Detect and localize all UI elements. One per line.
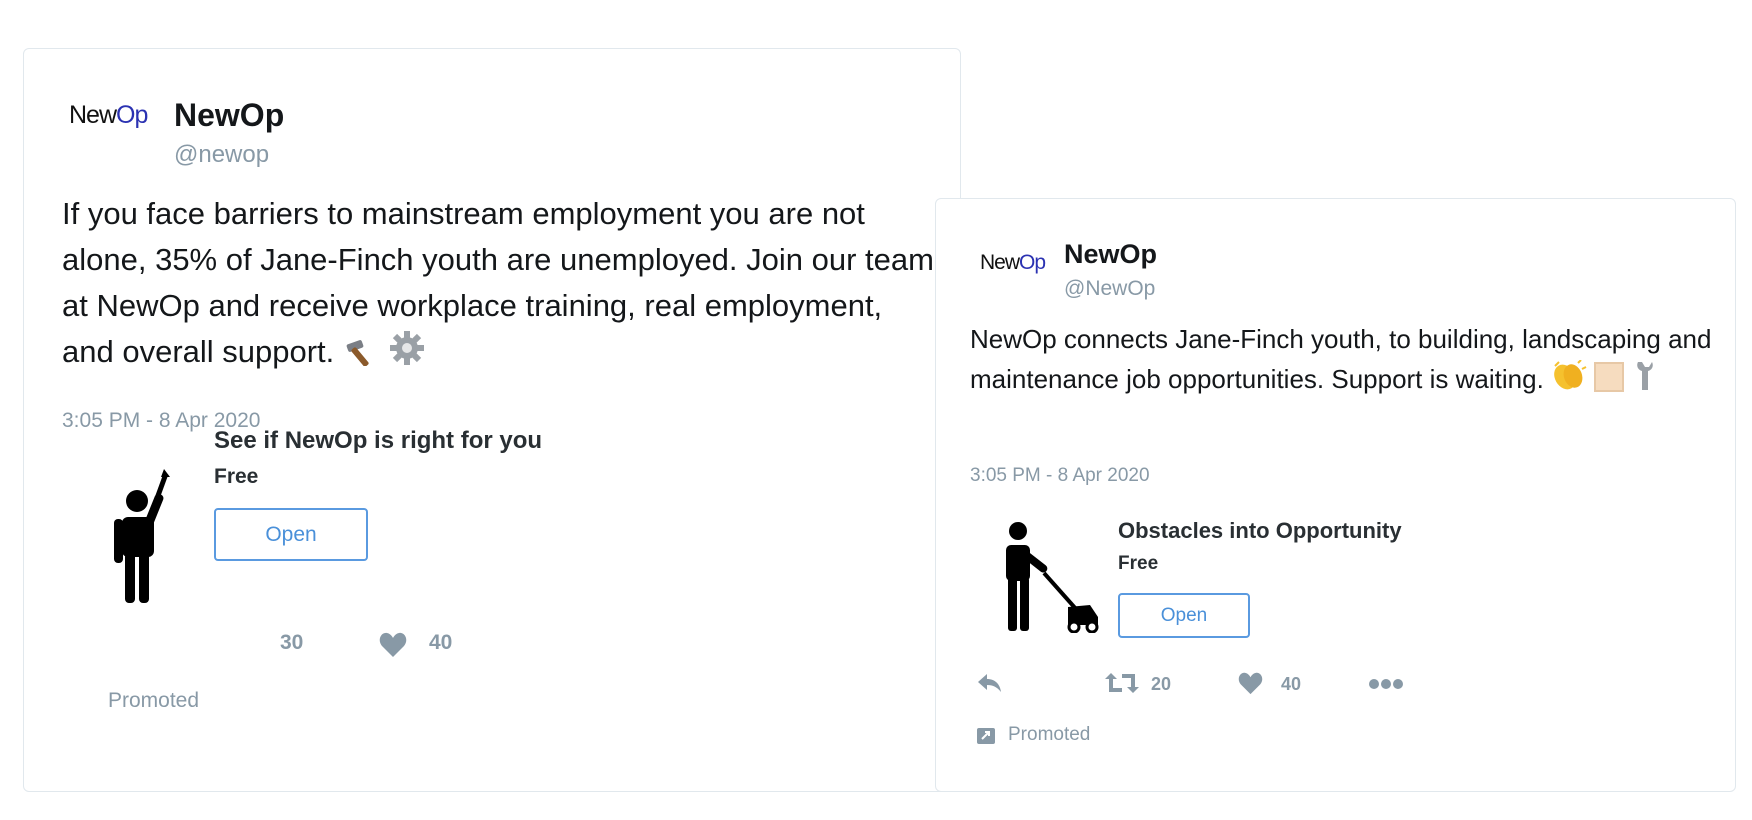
- retweet-count[interactable]: 20: [1151, 674, 1171, 695]
- person-raising-tool-icon: [114, 469, 170, 603]
- profile-logo[interactable]: NewOp: [69, 101, 148, 130]
- clapping-hands-icon: [1554, 360, 1587, 390]
- promoted-icon: [977, 728, 995, 744]
- like-heart-icon[interactable]: [379, 632, 407, 658]
- person-mowing-lawn-icon: [1006, 522, 1099, 633]
- tweet-text: If you face barriers to mainstream emplo…: [62, 196, 934, 369]
- profile-logo[interactable]: NewOp: [980, 251, 1046, 275]
- tweet-card-1: NewOp NewOp @newop If you face barriers …: [23, 48, 961, 792]
- open-app-button[interactable]: Open: [214, 508, 368, 561]
- account-handle[interactable]: @NewOp: [1064, 277, 1155, 301]
- app-card-price: Free: [1118, 553, 1159, 574]
- more-options-icon[interactable]: [1368, 677, 1404, 691]
- open-app-button[interactable]: Open: [1118, 593, 1250, 638]
- like-count[interactable]: 40: [429, 631, 452, 655]
- hammer-icon: [346, 340, 369, 366]
- app-card-title[interactable]: Obstacles into Opportunity: [1118, 518, 1402, 544]
- app-card-price: Free: [214, 465, 259, 488]
- promoted-label: Promoted: [1008, 724, 1091, 745]
- wrench-icon: [1636, 362, 1653, 390]
- tweet-card-2: NewOp NewOp @NewOp NewOp connects Jane-F…: [935, 198, 1736, 792]
- retweet-count[interactable]: 30: [280, 631, 303, 655]
- like-count[interactable]: 40: [1281, 674, 1301, 695]
- tweet-timestamp[interactable]: 3:05 PM - 8 Apr 2020: [970, 465, 1150, 487]
- retweet-icon[interactable]: [1104, 671, 1140, 695]
- account-name[interactable]: NewOp: [1064, 239, 1157, 270]
- tweet-text: NewOp connects Jane-Finch youth, to buil…: [970, 324, 1712, 394]
- app-card-title[interactable]: See if NewOp is right for you: [214, 427, 542, 455]
- like-heart-icon[interactable]: [1238, 672, 1263, 695]
- account-handle[interactable]: @newop: [174, 141, 269, 169]
- skin-tone-swatch-icon: [1594, 362, 1625, 392]
- promoted-label: Promoted: [108, 689, 200, 712]
- account-name[interactable]: NewOp: [174, 97, 284, 134]
- gear-icon: [389, 331, 424, 365]
- reply-icon[interactable]: [976, 671, 1004, 695]
